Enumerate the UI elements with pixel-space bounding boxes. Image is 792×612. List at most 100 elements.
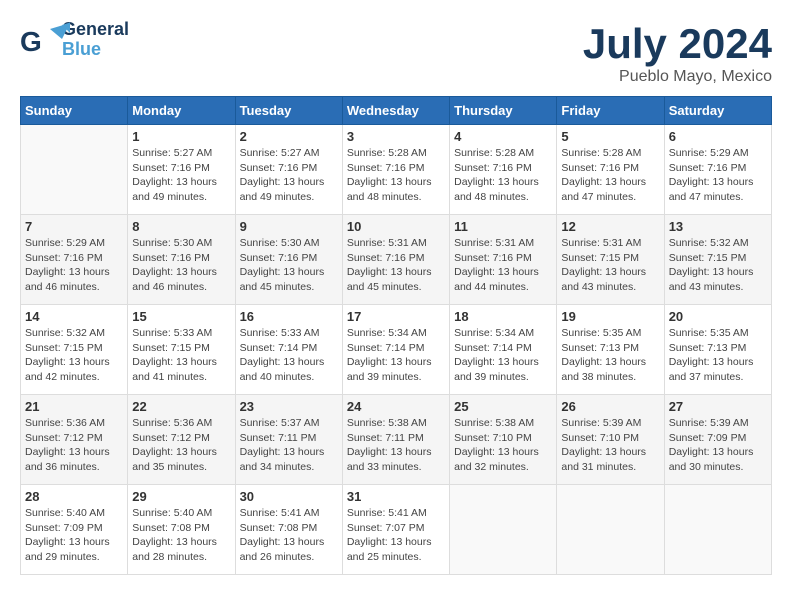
day-info: Sunrise: 5:31 AMSunset: 7:15 PMDaylight:… [561, 236, 659, 295]
calendar-cell: 26 Sunrise: 5:39 AMSunset: 7:10 PMDayligh… [557, 395, 664, 485]
header-day-friday: Friday [557, 97, 664, 125]
calendar-cell: 25Sunrise: 5:38 AMSunset: 7:10 PMDayligh… [450, 395, 557, 485]
day-number: 1 [132, 129, 230, 144]
day-info: Sunrise: 5:30 AMSunset: 7:16 PMDaylight:… [240, 236, 338, 295]
day-number: 12 [561, 219, 659, 234]
day-info: Sunrise: 5:35 AMSunset: 7:13 PMDaylight:… [561, 326, 659, 385]
calendar-cell: 15Sunrise: 5:33 AMSunset: 7:15 PMDayligh… [128, 305, 235, 395]
day-info: Sunrise: 5:40 AMSunset: 7:08 PMDaylight:… [132, 506, 230, 565]
day-info: Sunrise: 5:39 AMSunset: 7:10 PMDaylight:… [561, 416, 659, 475]
calendar-cell [664, 485, 771, 575]
header-day-sunday: Sunday [21, 97, 128, 125]
logo: G General Blue [20, 20, 129, 60]
header-day-tuesday: Tuesday [235, 97, 342, 125]
calendar-cell: 9Sunrise: 5:30 AMSunset: 7:16 PMDaylight… [235, 215, 342, 305]
logo-text-line1: General [62, 20, 129, 40]
logo-icon: G [20, 21, 58, 59]
month-title: July 2024 [583, 20, 772, 68]
calendar-cell: 31Sunrise: 5:41 AMSunset: 7:07 PMDayligh… [342, 485, 449, 575]
calendar-cell: 23 Sunrise: 5:37 AMSunset: 7:11 PMDayligh… [235, 395, 342, 485]
calendar-cell: 29 Sunrise: 5:40 AMSunset: 7:08 PMDayligh… [128, 485, 235, 575]
day-info: Sunrise: 5:28 AMSunset: 7:16 PMDaylight:… [561, 146, 659, 205]
day-number: 19 [561, 309, 659, 324]
day-info: Sunrise: 5:28 AMSunset: 7:16 PMDaylight:… [454, 146, 552, 205]
day-number: 17 [347, 309, 445, 324]
day-number: 29 [132, 489, 230, 504]
calendar-cell: 19 Sunrise: 5:35 AMSunset: 7:13 PMDayligh… [557, 305, 664, 395]
day-info: Sunrise: 5:28 AMSunset: 7:16 PMDaylight:… [347, 146, 445, 205]
svg-text:G: G [20, 26, 42, 57]
day-number: 13 [669, 219, 767, 234]
day-info: Sunrise: 5:34 AMSunset: 7:14 PMDaylight:… [454, 326, 552, 385]
day-number: 27 [669, 399, 767, 414]
day-number: 5 [561, 129, 659, 144]
day-number: 11 [454, 219, 552, 234]
calendar-cell: 2 Sunrise: 5:27 AMSunset: 7:16 PMDaylight… [235, 125, 342, 215]
calendar-cell: 13 Sunrise: 5:32 AMSunset: 7:15 PMDayligh… [664, 215, 771, 305]
day-number: 6 [669, 129, 767, 144]
day-info: Sunrise: 5:37 AMSunset: 7:11 PMDaylight:… [240, 416, 338, 475]
calendar-cell: 1 Sunrise: 5:27 AMSunset: 7:16 PMDaylight… [128, 125, 235, 215]
day-number: 7 [25, 219, 123, 234]
day-number: 18 [454, 309, 552, 324]
day-info: Sunrise: 5:32 AMSunset: 7:15 PMDaylight:… [25, 326, 123, 385]
day-info: Sunrise: 5:36 AMSunset: 7:12 PMDaylight:… [25, 416, 123, 475]
day-number: 26 [561, 399, 659, 414]
day-info: Sunrise: 5:27 AMSunset: 7:16 PMDaylight:… [132, 146, 230, 205]
header-day-saturday: Saturday [664, 97, 771, 125]
calendar-cell [21, 125, 128, 215]
header-day-monday: Monday [128, 97, 235, 125]
title-block: July 2024 Pueblo Mayo, Mexico [583, 20, 772, 86]
week-row-2: 7 Sunrise: 5:29 AMSunset: 7:16 PMDaylight… [21, 215, 772, 305]
day-info: Sunrise: 5:27 AMSunset: 7:16 PMDaylight:… [240, 146, 338, 205]
day-number: 8 [132, 219, 230, 234]
calendar-cell [557, 485, 664, 575]
calendar-cell: 21 Sunrise: 5:36 AMSunset: 7:12 PMDayligh… [21, 395, 128, 485]
calendar-cell: 30Sunrise: 5:41 AMSunset: 7:08 PMDayligh… [235, 485, 342, 575]
calendar-cell: 16Sunrise: 5:33 AMSunset: 7:14 PMDayligh… [235, 305, 342, 395]
day-info: Sunrise: 5:41 AMSunset: 7:08 PMDaylight:… [240, 506, 338, 565]
day-number: 25 [454, 399, 552, 414]
week-row-5: 28 Sunrise: 5:40 AMSunset: 7:09 PMDayligh… [21, 485, 772, 575]
day-number: 22 [132, 399, 230, 414]
calendar-cell: 22 Sunrise: 5:36 AMSunset: 7:12 PMDayligh… [128, 395, 235, 485]
calendar-cell: 24Sunrise: 5:38 AMSunset: 7:11 PMDayligh… [342, 395, 449, 485]
week-row-3: 14 Sunrise: 5:32 AMSunset: 7:15 PMDayligh… [21, 305, 772, 395]
day-info: Sunrise: 5:32 AMSunset: 7:15 PMDaylight:… [669, 236, 767, 295]
calendar-cell: 20 Sunrise: 5:35 AMSunset: 7:13 PMDayligh… [664, 305, 771, 395]
day-number: 20 [669, 309, 767, 324]
calendar-cell: 28 Sunrise: 5:40 AMSunset: 7:09 PMDayligh… [21, 485, 128, 575]
day-info: Sunrise: 5:36 AMSunset: 7:12 PMDaylight:… [132, 416, 230, 475]
page-header: G General Blue July 2024 Pueblo Mayo, Me… [20, 20, 772, 86]
day-number: 14 [25, 309, 123, 324]
day-number: 24 [347, 399, 445, 414]
calendar-cell: 8 Sunrise: 5:30 AMSunset: 7:16 PMDaylight… [128, 215, 235, 305]
calendar-cell: 18 Sunrise: 5:34 AMSunset: 7:14 PMDayligh… [450, 305, 557, 395]
calendar-cell: 17Sunrise: 5:34 AMSunset: 7:14 PMDayligh… [342, 305, 449, 395]
day-info: Sunrise: 5:35 AMSunset: 7:13 PMDaylight:… [669, 326, 767, 385]
day-info: Sunrise: 5:33 AMSunset: 7:15 PMDaylight:… [132, 326, 230, 385]
calendar-cell [450, 485, 557, 575]
calendar-cell: 3 Sunrise: 5:28 AMSunset: 7:16 PMDaylight… [342, 125, 449, 215]
day-info: Sunrise: 5:31 AMSunset: 7:16 PMDaylight:… [454, 236, 552, 295]
day-info: Sunrise: 5:40 AMSunset: 7:09 PMDaylight:… [25, 506, 123, 565]
location-title: Pueblo Mayo, Mexico [583, 68, 772, 86]
header-day-thursday: Thursday [450, 97, 557, 125]
calendar-cell: 12 Sunrise: 5:31 AMSunset: 7:15 PMDayligh… [557, 215, 664, 305]
calendar-header: SundayMondayTuesdayWednesdayThursdayFrid… [21, 97, 772, 125]
day-number: 4 [454, 129, 552, 144]
day-number: 28 [25, 489, 123, 504]
day-number: 2 [240, 129, 338, 144]
day-info: Sunrise: 5:30 AMSunset: 7:16 PMDaylight:… [132, 236, 230, 295]
calendar-cell: 11 Sunrise: 5:31 AMSunset: 7:16 PMDayligh… [450, 215, 557, 305]
day-number: 3 [347, 129, 445, 144]
week-row-4: 21 Sunrise: 5:36 AMSunset: 7:12 PMDayligh… [21, 395, 772, 485]
calendar-cell: 10Sunrise: 5:31 AMSunset: 7:16 PMDayligh… [342, 215, 449, 305]
day-number: 21 [25, 399, 123, 414]
day-number: 23 [240, 399, 338, 414]
day-info: Sunrise: 5:29 AMSunset: 7:16 PMDaylight:… [25, 236, 123, 295]
calendar-cell: 14 Sunrise: 5:32 AMSunset: 7:15 PMDayligh… [21, 305, 128, 395]
calendar-cell: 6 Sunrise: 5:29 AMSunset: 7:16 PMDaylight… [664, 125, 771, 215]
day-info: Sunrise: 5:29 AMSunset: 7:16 PMDaylight:… [669, 146, 767, 205]
day-info: Sunrise: 5:39 AMSunset: 7:09 PMDaylight:… [669, 416, 767, 475]
